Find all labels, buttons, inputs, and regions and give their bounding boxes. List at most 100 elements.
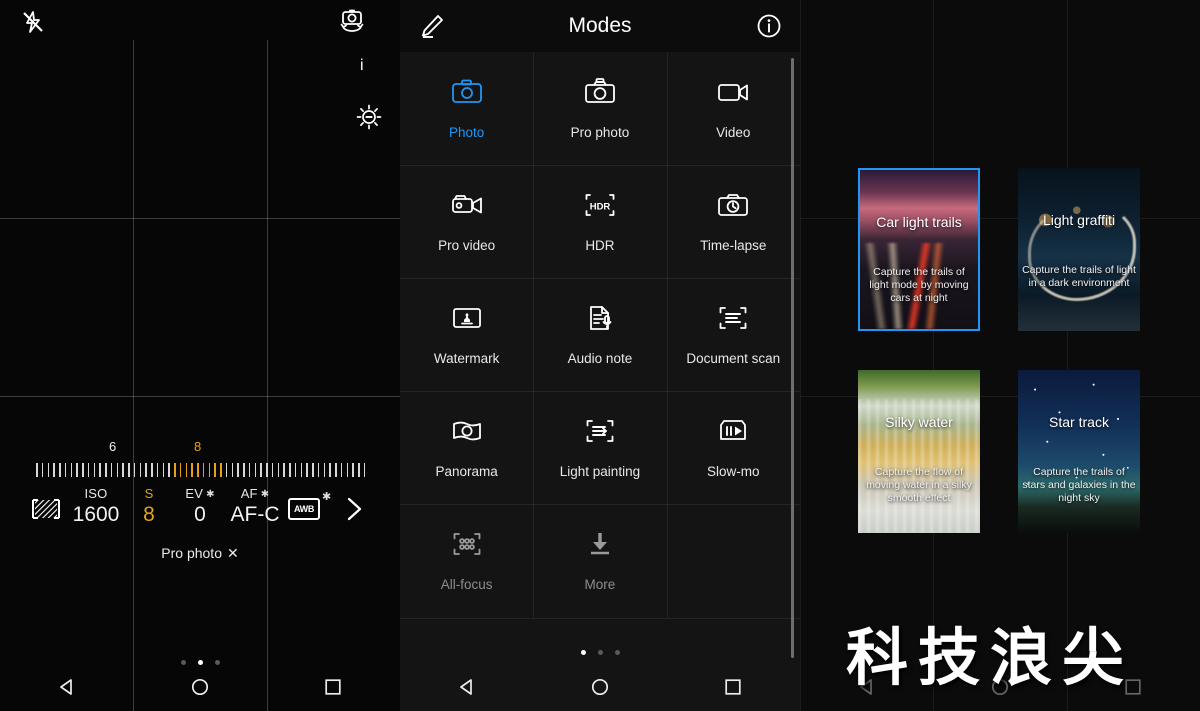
ruler-tick — [156, 463, 159, 477]
mode-item-light-painting[interactable]: Light painting — [533, 391, 666, 504]
active-mode-text: Pro photo — [161, 545, 222, 561]
ruler-tick — [329, 463, 331, 477]
ruler-tick — [59, 463, 61, 477]
ruler-tick — [110, 463, 113, 477]
mode-item-label: HDR — [585, 238, 615, 253]
camera-page-dots[interactable] — [0, 660, 400, 665]
mode-item-watermark[interactable]: Watermark — [400, 278, 533, 391]
page-dot[interactable] — [580, 650, 586, 655]
card-title: Light graffiti — [1042, 212, 1116, 228]
pro-control-key-text: AF — [240, 486, 258, 501]
ruler-tick — [128, 463, 130, 477]
mode-cards-panel[interactable]: Car light trails Capture the trails of li… — [800, 0, 1200, 711]
screenshot-root: i 6 8 ISO 1600 S 8 EV ✱ 0 AF ✱ AF-C AWB … — [0, 0, 1200, 711]
page-dot[interactable] — [197, 660, 203, 665]
back-triangle-icon[interactable] — [457, 677, 477, 702]
home-circle-icon[interactable] — [590, 677, 610, 702]
ruler-tick — [243, 463, 245, 477]
camera-switch-icon[interactable] — [338, 8, 366, 34]
panorama-icon — [450, 411, 484, 451]
camera-viewfinder-panel[interactable]: i 6 8 ISO 1600 S 8 EV ✱ 0 AF ✱ AF-C AWB … — [0, 0, 400, 711]
mode-card-light-graffiti[interactable]: Light graffiti Capture the trails of ligh… — [1018, 168, 1140, 331]
ruler-tick — [70, 463, 72, 477]
mode-item-label: Pro video — [438, 238, 496, 253]
page-dot[interactable] — [180, 660, 186, 665]
android-navbar[interactable] — [400, 667, 800, 711]
ruler-tick — [139, 463, 141, 477]
exposure-ruler[interactable]: 6 8 — [0, 440, 400, 482]
ruler-tick — [41, 463, 44, 477]
channel-watermark: 科技浪尖 — [846, 621, 1135, 694]
pro-control-key: AF ✱ — [221, 486, 289, 501]
mode-item-label: More — [584, 577, 616, 592]
watermark-stamp-icon — [450, 298, 484, 338]
chevron-right-icon[interactable] — [344, 495, 366, 523]
android-navbar[interactable] — [0, 667, 400, 711]
ruler-tick — [266, 463, 268, 477]
mode-item-pro-video[interactable]: Pro video — [400, 165, 533, 278]
ruler-tick — [151, 463, 153, 477]
modes-scrollbar[interactable] — [791, 58, 794, 658]
page-dot[interactable] — [597, 650, 603, 655]
metering-icon[interactable] — [30, 496, 62, 522]
ruler-tick — [225, 463, 228, 477]
ruler-tick — [99, 463, 101, 477]
brightness-minus-icon[interactable] — [354, 102, 384, 132]
mode-item-pro-photo[interactable]: Pro photo — [533, 52, 666, 165]
star-marker-icon: ✱ — [260, 489, 270, 500]
ruler-tick — [312, 463, 314, 477]
ruler-tick — [220, 463, 222, 477]
panel-grid-line — [800, 0, 801, 711]
card-title: Star track — [1049, 414, 1109, 430]
mode-card-car-light-trails[interactable]: Car light trails Capture the trails of li… — [858, 168, 980, 331]
pro-control-af[interactable]: AF ✱ AF-C — [221, 486, 289, 527]
page-dot[interactable] — [614, 650, 620, 655]
recents-square-icon[interactable] — [723, 677, 743, 702]
ruler-tick — [87, 463, 90, 477]
ruler-tick — [231, 463, 233, 477]
all-focus-icon — [450, 524, 484, 564]
mode-item-label: All-focus — [440, 577, 493, 592]
pro-control-key: ISO — [84, 486, 108, 501]
ruler-tick — [208, 463, 210, 477]
active-mode-label[interactable]: Pro photo ✕ — [0, 545, 400, 562]
ruler-ticks — [36, 462, 366, 478]
modes-grid-line — [400, 618, 800, 619]
mode-item-label: Slow-mo — [706, 464, 760, 479]
ruler-tick — [277, 463, 279, 477]
recents-square-icon[interactable] — [323, 677, 343, 702]
mode-item-more[interactable]: More — [533, 504, 666, 617]
mode-card-star-track[interactable]: Star track Capture the trails of stars an… — [1018, 370, 1140, 533]
card-title: Car light trails — [876, 214, 962, 230]
mode-item-slow-mo[interactable]: Slow-mo — [667, 391, 800, 504]
back-triangle-icon[interactable] — [57, 677, 77, 702]
info-indicator[interactable]: i — [360, 58, 364, 74]
star-marker-icon: ✱ — [322, 491, 332, 503]
flash-off-icon[interactable] — [20, 10, 46, 34]
info-circle-icon[interactable] — [756, 13, 782, 39]
pro-control-shutter-speed[interactable]: S 8 — [126, 486, 172, 527]
close-icon[interactable]: ✕ — [227, 545, 239, 561]
awb-button[interactable]: AWB — [288, 498, 320, 520]
pro-control-key: S — [144, 486, 154, 501]
ruler-tick — [237, 463, 239, 477]
mode-item-document-scan[interactable]: Document scan — [667, 278, 800, 391]
grid-line-horizontal — [0, 396, 400, 397]
mode-item-video[interactable]: Video — [667, 52, 800, 165]
mode-item-audio-note[interactable]: Audio note — [533, 278, 666, 391]
mode-item-time-lapse[interactable]: Time-lapse — [667, 165, 800, 278]
mode-item-all-focus[interactable]: All-focus — [400, 504, 533, 617]
mode-item-hdr[interactable]: HDR HDR — [533, 165, 666, 278]
card-artwork — [858, 370, 980, 533]
page-dot[interactable] — [214, 660, 220, 665]
home-circle-icon[interactable] — [190, 677, 210, 702]
mode-card-silky-water[interactable]: Silky water Capture the flow of moving wa… — [858, 370, 980, 533]
ruler-tick — [162, 463, 164, 477]
mode-item-photo[interactable]: Photo — [400, 52, 533, 165]
mode-item-panorama[interactable]: Panorama — [400, 391, 533, 504]
ruler-tick — [352, 463, 354, 477]
modes-grid[interactable]: Photo Pro photo Video Pro video HDR HDR Time-l… — [400, 52, 800, 647]
modes-page-dots[interactable] — [400, 650, 800, 655]
pro-control-iso[interactable]: ISO 1600 — [62, 486, 130, 527]
modes-panel[interactable]: Modes Photo Pro photo Video Pro video HDR HDR… — [400, 0, 800, 711]
